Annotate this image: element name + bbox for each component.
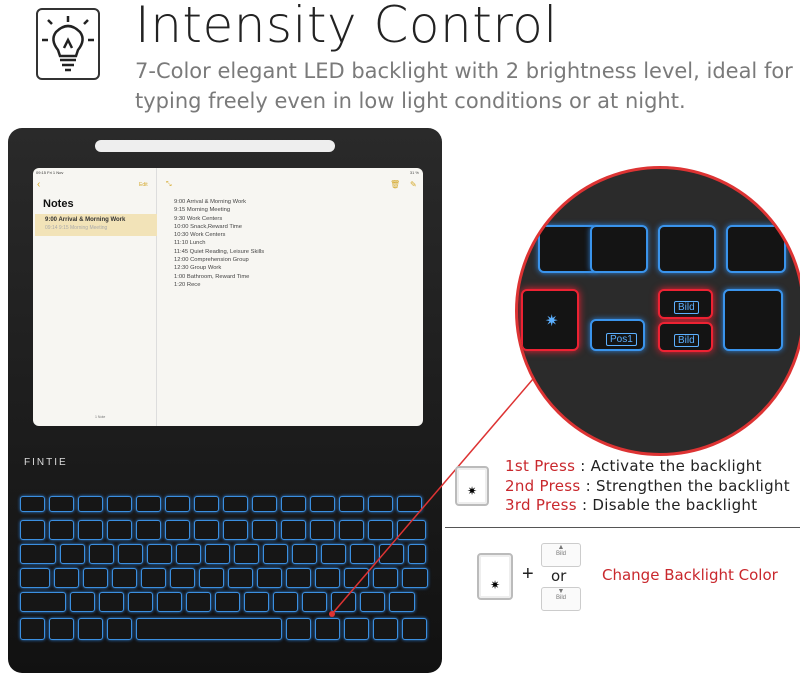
press-3: 3rd Press : Disable the backlight	[505, 496, 758, 514]
pos1-label: Pos1	[606, 333, 637, 346]
page-down-key-illustration: ▼ Bild	[541, 587, 581, 611]
key	[538, 225, 598, 273]
key	[590, 225, 648, 273]
key	[723, 289, 783, 351]
backlight-key-illustration: ✷	[455, 466, 489, 506]
bild-down-label: Bild	[674, 334, 699, 347]
divider	[445, 527, 800, 528]
bild-up-label: Bild	[674, 301, 699, 314]
page-up-key: Bild	[658, 289, 713, 319]
backlight-key-illustration: ✷	[477, 553, 513, 600]
key	[658, 225, 716, 273]
press-2: 2nd Press : Strengthen the backlight	[505, 477, 790, 495]
magnified-keys: ✷ Pos1 Bild Bild	[515, 166, 800, 456]
pos1-key: Pos1	[590, 319, 645, 351]
backlight-icon: ✷	[467, 484, 478, 498]
or-text: or	[551, 567, 567, 585]
backlight-icon: ✷	[545, 313, 559, 330]
down-arrow-icon: ▼	[557, 588, 565, 595]
backlight-key: ✷	[521, 289, 579, 351]
key	[726, 225, 786, 273]
press-1: 1st Press : Activate the backlight	[505, 457, 762, 475]
up-arrow-icon: ▲	[557, 544, 565, 551]
page-down-key: Bild	[658, 322, 713, 352]
change-color-text: Change Backlight Color	[602, 566, 778, 584]
plus-sign: +	[522, 563, 534, 585]
page-up-key-illustration: ▲ Bild	[541, 543, 581, 567]
backlight-icon: ✷	[490, 578, 501, 592]
